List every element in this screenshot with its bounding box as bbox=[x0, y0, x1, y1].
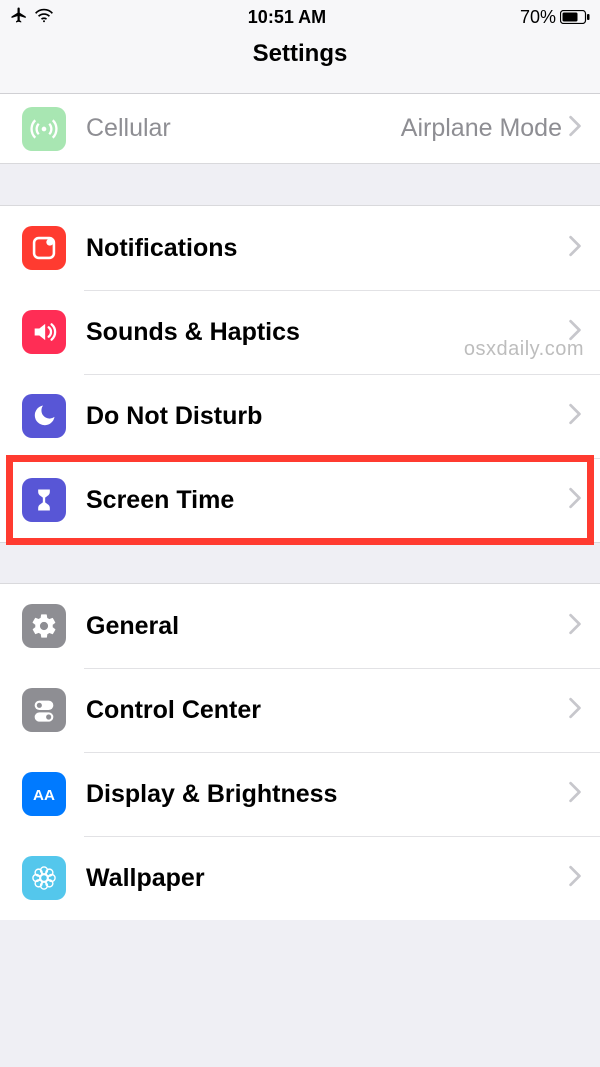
section-gap bbox=[0, 164, 600, 206]
chevron-right-icon bbox=[568, 403, 582, 430]
settings-row-notifications[interactable]: Notifications bbox=[0, 206, 600, 290]
settings-row-display[interactable]: AA Display & Brightness bbox=[0, 752, 600, 836]
cellular-detail: Airplane Mode bbox=[401, 114, 562, 143]
row-label: Do Not Disturb bbox=[86, 402, 568, 431]
status-right: 70% bbox=[520, 7, 590, 28]
controlcenter-icon bbox=[22, 688, 66, 732]
row-label: Screen Time bbox=[86, 486, 568, 515]
settings-row-cellular[interactable]: Cellular Airplane Mode bbox=[0, 94, 600, 164]
notifications-icon bbox=[22, 226, 66, 270]
row-label: Wallpaper bbox=[86, 864, 568, 893]
wifi-icon bbox=[34, 7, 54, 28]
cellular-label: Cellular bbox=[86, 114, 401, 143]
battery-icon bbox=[560, 10, 590, 24]
settings-group-1: Notifications Sounds & Haptics Do Not Di… bbox=[0, 206, 600, 542]
chevron-right-icon bbox=[568, 781, 582, 808]
settings-group-2: General Control Center AA Display & Brig… bbox=[0, 584, 600, 920]
dnd-icon bbox=[22, 394, 66, 438]
status-left bbox=[10, 6, 54, 29]
display-icon: AA bbox=[22, 772, 66, 816]
sounds-icon bbox=[22, 310, 66, 354]
row-label: Control Center bbox=[86, 696, 568, 725]
svg-text:AA: AA bbox=[33, 787, 55, 804]
chevron-right-icon bbox=[568, 319, 582, 346]
settings-row-dnd[interactable]: Do Not Disturb bbox=[0, 374, 600, 458]
chevron-right-icon bbox=[568, 865, 582, 892]
row-label: General bbox=[86, 612, 568, 641]
chevron-right-icon bbox=[568, 487, 582, 514]
chevron-right-icon bbox=[568, 613, 582, 640]
section-gap bbox=[0, 542, 600, 584]
settings-row-screentime[interactable]: Screen Time bbox=[0, 458, 600, 542]
general-icon bbox=[22, 604, 66, 648]
status-time: 10:51 AM bbox=[248, 7, 326, 28]
chevron-right-icon bbox=[568, 235, 582, 262]
page-title: Settings bbox=[253, 34, 348, 68]
chevron-right-icon bbox=[568, 115, 582, 142]
screentime-icon bbox=[22, 478, 66, 522]
cellular-icon bbox=[22, 107, 66, 151]
settings-row-general[interactable]: General bbox=[0, 584, 600, 668]
settings-row-wallpaper[interactable]: Wallpaper bbox=[0, 836, 600, 920]
nav-header: Settings bbox=[0, 34, 600, 94]
battery-percent: 70% bbox=[520, 7, 556, 28]
settings-screen: 10:51 AM 70% Settings Cellular Airplane … bbox=[0, 0, 600, 1067]
wallpaper-icon bbox=[22, 856, 66, 900]
row-label: Sounds & Haptics bbox=[86, 318, 568, 347]
airplane-mode-icon bbox=[10, 6, 28, 29]
row-label: Display & Brightness bbox=[86, 780, 568, 809]
settings-row-sounds[interactable]: Sounds & Haptics bbox=[0, 290, 600, 374]
chevron-right-icon bbox=[568, 697, 582, 724]
row-label: Notifications bbox=[86, 234, 568, 263]
settings-row-controlcenter[interactable]: Control Center bbox=[0, 668, 600, 752]
status-bar: 10:51 AM 70% bbox=[0, 0, 600, 34]
